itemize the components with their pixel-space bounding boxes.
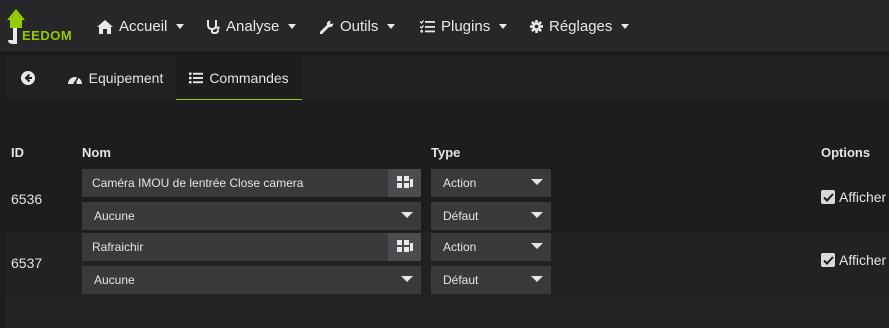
choose-icon-button[interactable] [388,169,421,197]
type-select-value: Action [443,240,477,254]
nav-analyse[interactable]: Analyse [206,0,297,53]
nav-accueil[interactable]: Accueil [97,0,185,53]
icon-select-value: Aucune [94,273,135,287]
logo-text: EEDOM [22,28,73,43]
nav-plugins-label: Plugins [441,18,491,35]
column-header-type: Type [431,145,461,160]
chevron-down-icon [621,24,630,29]
icon-select[interactable]: Aucune [82,202,421,230]
nav-accueil-label: Accueil [119,18,168,35]
afficher-checkbox[interactable]: Afficher [821,189,886,205]
chevron-down-icon [401,276,413,282]
nav-reglages-label: Réglages [549,18,613,35]
tab-commandes[interactable]: Commandes [176,56,302,100]
back-button[interactable] [6,56,50,100]
chevron-down-icon [531,212,543,218]
cog-icon [530,20,543,33]
tab-equipement-label: Equipement [88,70,164,86]
chevron-down-icon [499,24,508,29]
afficher-label: Afficher [839,252,887,268]
chevron-down-icon [531,276,543,282]
equipment-tabs: Equipement Commandes [6,56,889,100]
type-select[interactable]: Action [431,169,551,197]
command-name-input[interactable]: Rafraichir [82,233,388,261]
nav-plugins[interactable]: Plugins [420,0,508,53]
column-header-options: Options [821,145,871,160]
command-id: 6537 [11,255,43,271]
wrench-icon [320,20,334,34]
nav-outils[interactable]: Outils [320,0,396,53]
list-icon [189,72,204,83]
chevron-down-icon [401,212,413,218]
chevron-down-icon [531,243,543,249]
jeedom-logo[interactable]: EEDOM [6,8,82,46]
subtype-select-value: Défaut [443,273,479,287]
nav-analyse-label: Analyse [226,18,280,35]
choose-icon-button[interactable] [388,233,421,261]
flag-icon [396,176,413,188]
arrow-circle-left-icon [21,71,35,85]
home-icon [97,19,113,34]
checkbox-box[interactable] [821,253,835,267]
check-icon [822,255,834,265]
subtype-select-value: Défaut [443,209,479,223]
chevron-down-icon [387,24,396,29]
icon-select[interactable]: Aucune [82,266,421,294]
subtype-select[interactable]: Défaut [431,202,551,230]
chevron-down-icon [531,179,543,185]
command-id: 6536 [11,191,43,207]
chevron-down-icon [176,24,185,29]
column-header-id: ID [11,145,24,160]
column-header-nom: Nom [82,145,111,160]
checkbox-box[interactable] [821,190,835,204]
command-name-input[interactable]: Caméra IMOU de lentrée Close camera [82,169,388,197]
tab-commandes-label: Commandes [209,69,289,86]
type-select-value: Action [443,176,477,190]
subtype-select[interactable]: Défaut [431,266,551,294]
flag-icon [396,240,413,252]
chevron-down-icon [288,24,297,29]
type-select[interactable]: Action [431,233,551,261]
check-icon [822,192,834,202]
table-footer [6,295,889,328]
afficher-label: Afficher [839,189,887,205]
afficher-checkbox[interactable]: Afficher [821,252,886,268]
stethoscope-icon [207,20,220,34]
nav-outils-label: Outils [340,18,379,35]
tab-equipement[interactable]: Equipement [56,56,174,100]
top-navbar: EEDOM Accueil Analyse Outils Plugins Rég… [0,0,889,53]
tasks-icon [420,20,435,33]
icon-select-value: Aucune [94,209,135,223]
tachometer-icon [67,76,82,84]
nav-reglages[interactable]: Réglages [530,0,630,53]
